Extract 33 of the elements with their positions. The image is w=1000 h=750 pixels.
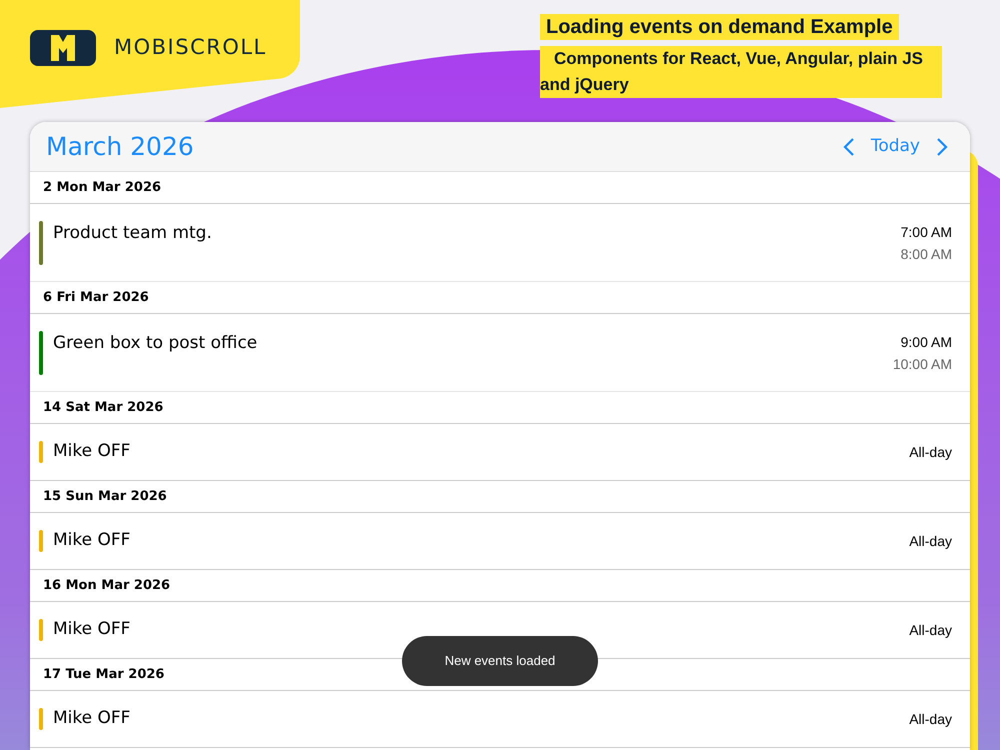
event-title: Green box to post office bbox=[53, 332, 258, 355]
logo-icon bbox=[30, 30, 96, 66]
event-item[interactable]: Green box to post office 9:00 AM 10:00 AM bbox=[30, 314, 970, 392]
page-title: Loading events on demand Example bbox=[540, 14, 899, 40]
chevron-left-icon bbox=[842, 138, 855, 156]
event-title: Mike OFF bbox=[53, 529, 132, 552]
event-start-time: 9:00 AM bbox=[900, 333, 952, 352]
all-day-label: All-day bbox=[909, 710, 952, 729]
all-day-label: All-day bbox=[909, 442, 952, 462]
brand-name: MOBISCROLL bbox=[114, 34, 267, 62]
event-title: Mike OFF bbox=[53, 440, 132, 464]
day-header: 15 Sun Mar 2026 bbox=[43, 488, 167, 506]
toast-notification: New events loaded bbox=[402, 636, 598, 686]
all-day-label: All-day bbox=[909, 620, 952, 640]
event-end-time: 10:00 AM bbox=[892, 355, 952, 374]
page-subtitle: Components for React, Vue, Angular, plain JS and jQuery bbox=[540, 46, 942, 98]
day-header: 16 Mon Mar 2026 bbox=[43, 576, 170, 595]
event-title: Product team mtg. bbox=[53, 222, 213, 245]
event-item[interactable]: Mike OFF All-day bbox=[30, 424, 970, 481]
event-item[interactable]: Mike OFF All-day bbox=[30, 513, 970, 570]
event-item[interactable]: Mike OFF All-day bbox=[30, 691, 970, 748]
day-header: 14 Sat Mar 2026 bbox=[43, 398, 164, 417]
month-title: March 2026 bbox=[46, 130, 195, 163]
event-end-time: 8:00 AM bbox=[900, 245, 952, 264]
day-header: 2 Mon Mar 2026 bbox=[43, 178, 162, 197]
event-title: Mike OFF bbox=[53, 707, 132, 730]
event-title: Mike OFF bbox=[53, 618, 132, 642]
day-header: 17 Tue Mar 2026 bbox=[43, 666, 164, 684]
all-day-label: All-day bbox=[909, 532, 952, 551]
day-header: 6 Fri Mar 2026 bbox=[43, 288, 149, 307]
chevron-right-icon bbox=[936, 138, 948, 156]
event-start-time: 7:00 AM bbox=[900, 223, 952, 242]
event-item[interactable]: Product team mtg. 7:00 AM 8:00 AM bbox=[30, 204, 970, 282]
